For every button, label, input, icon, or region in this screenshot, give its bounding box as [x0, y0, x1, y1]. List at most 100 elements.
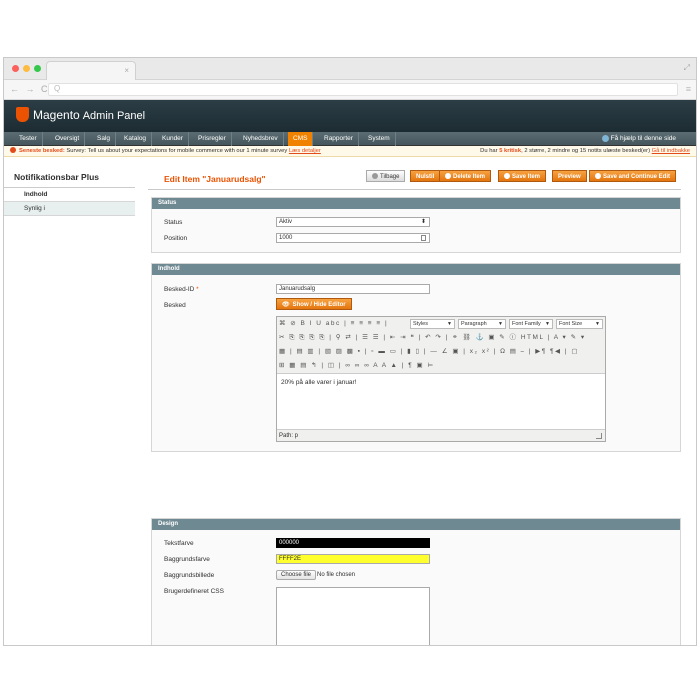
nav-item-kunder[interactable]: Kunder — [157, 132, 189, 146]
nav-item-system[interactable]: System — [363, 132, 396, 146]
choose-file-button[interactable]: Choose file — [276, 570, 317, 580]
help-link-label: Få hjælp til denne side — [610, 135, 676, 142]
no-file-text: No file chosen — [317, 572, 356, 578]
position-label: Position — [164, 235, 188, 242]
message-id-label: Besked-ID * — [164, 286, 199, 293]
sidebar-title: Notifikationsbar Plus — [4, 170, 135, 188]
editor-path-text: Path: p — [279, 433, 299, 439]
preview-button[interactable]: Preview — [552, 170, 587, 182]
back-forward-reload-icon[interactable]: ← → C — [10, 84, 50, 94]
browser-window: × ⤢ ← → C Q ≡ Magento Admin Panel Tester … — [3, 57, 697, 646]
toolbar-row-4[interactable]: ⊞ ▦ ▤ ↰ | ◫ | ∞ ∞ ∞ A A ▲ | ¶ ▣ ⊨ — [279, 360, 435, 372]
nav-item-salg[interactable]: Salg — [92, 132, 117, 146]
text-color-input[interactable]: 000000 — [276, 538, 430, 548]
dropdown-arrow-icon: ▼ — [447, 321, 452, 327]
content-section-heading: Indhold — [152, 264, 680, 275]
status-value: Aktiv — [279, 219, 293, 225]
notice-label: Seneste besked: — [19, 148, 65, 154]
paragraph-select[interactable]: Paragraph ▼ — [458, 319, 506, 329]
dropdown-arrow-icon: ▼ — [498, 321, 503, 327]
inbox-link[interactable]: Gå til indbakke — [652, 148, 690, 154]
toolbar-row-1[interactable]: ⌘ ⊘ B I U abc | ≡ ≡ ≡ ≡ | — [279, 318, 388, 330]
nav-item-katalog[interactable]: Katalog — [119, 132, 153, 146]
nav-item-oversigt[interactable]: Oversigt — [50, 132, 86, 146]
message-id-label-text: Besked-ID — [164, 286, 195, 293]
message-label: Besked — [164, 302, 186, 309]
position-input[interactable]: 1000 — [276, 233, 430, 243]
custom-css-label: Brugerdefineret CSS — [164, 588, 224, 595]
maximize-window-icon[interactable] — [34, 65, 41, 72]
toolbar-row-2[interactable]: ✂ ⎘ ⎘ ⎘ ⎘ | ⚲ ⇄ | ☰ ☰ | ⇤ ⇥ ❝ | ↶ ↷ | ⚭ … — [279, 332, 586, 344]
required-mark: * — [196, 286, 199, 293]
toggle-editor-label: Show / Hide Editor — [292, 302, 346, 308]
font-family-select[interactable]: Font Family ▼ — [509, 319, 553, 329]
nav-item-tester[interactable]: Tester — [14, 132, 43, 146]
notice-details-link[interactable]: Læs detaljer — [289, 148, 321, 154]
position-value: 1000 — [279, 235, 293, 241]
wysiwyg-editor: ⌘ ⊘ B I U abc | ≡ ≡ ≡ ≡ | Styles ▼ Paragr… — [276, 316, 606, 442]
magento-logo-icon — [16, 107, 29, 123]
resize-handle-icon[interactable] — [596, 433, 602, 439]
eye-icon: 👁 — [282, 302, 290, 308]
styles-select[interactable]: Styles ▼ — [410, 319, 455, 329]
toggle-editor-button[interactable]: 👁 Show / Hide Editor — [276, 298, 352, 310]
bg-color-input[interactable]: FFFF2E — [276, 554, 430, 564]
font-family-select-label: Font Family — [512, 321, 541, 327]
status-select[interactable]: Aktiv ⬍ — [276, 217, 430, 227]
minimize-window-icon[interactable] — [23, 65, 30, 72]
page-title: Edit Item "Januarudsalg" — [164, 174, 266, 184]
styles-select-label: Styles — [413, 321, 428, 327]
notice-message: Survey: Tell us about your expectations … — [66, 148, 288, 154]
fullscreen-icon[interactable]: ⤢ — [684, 63, 690, 73]
nav-item-nyhedsbrev[interactable]: Nyhedsbrev — [238, 132, 284, 146]
save-icon — [504, 173, 510, 179]
status-section: Status Status Aktiv ⬍ Position 1000 — [151, 197, 681, 253]
back-icon — [372, 173, 378, 179]
nav-item-prisregler[interactable]: Prisregler — [193, 132, 232, 146]
design-section: Design Tekstfarve 000000 Baggrundsfarve … — [151, 518, 681, 645]
notice-summary: Du har 5 kritisk, 2 større, 2 mindre og … — [480, 146, 690, 157]
message-id-input[interactable]: Januarudsalg — [276, 284, 430, 294]
back-button-label: Tilbage — [380, 174, 400, 180]
reset-button[interactable]: Nulstil — [410, 170, 441, 182]
toolbar-row-3[interactable]: ▦ | ▤ ▥ | ▧ ▨ ▩ ▪ | ▫ ▬ ▭ | ▮ ▯ | — ∠ ▣ … — [279, 346, 579, 358]
tab-close-icon[interactable]: × — [124, 66, 129, 75]
editor-path: Path: p — [277, 429, 605, 441]
dropdown-arrow-icon: ▼ — [595, 321, 600, 327]
sidebar-item-synlig-i[interactable]: Synlig i — [4, 202, 135, 216]
address-bar[interactable]: Q — [48, 83, 678, 96]
brand-suffix: Admin Panel — [82, 110, 146, 122]
save-button[interactable]: Save Item — [498, 170, 547, 182]
bg-color-label: Baggrundsfarve — [164, 556, 210, 563]
stepper-icon[interactable] — [421, 235, 426, 241]
nav-item-rapporter[interactable]: Rapporter — [319, 132, 359, 146]
custom-css-textarea[interactable] — [276, 587, 430, 645]
browser-menu-icon[interactable]: ≡ — [686, 84, 691, 94]
magento-logo[interactable]: Magento Admin Panel — [16, 107, 146, 123]
select-arrow-icon: ⬍ — [420, 219, 426, 225]
sidebar: Notifikationsbar Plus Indhold Synlig i — [4, 170, 135, 216]
save-continue-button[interactable]: Save and Continue Edit — [589, 170, 677, 182]
notice-summary-rest: , 2 større, 2 mindre og 15 notits ulæste… — [521, 148, 651, 154]
status-section-heading: Status — [152, 198, 680, 209]
back-button[interactable]: Tilbage — [366, 170, 406, 182]
browser-titlebar: × ⤢ — [4, 58, 696, 80]
status-label: Status — [164, 219, 183, 226]
main-nav: Tester Oversigt Salg Katalog Kunder Pris… — [4, 132, 696, 146]
editor-toolbar: ⌘ ⊘ B I U abc | ≡ ≡ ≡ ≡ | Styles ▼ Paragr… — [277, 317, 605, 374]
help-link[interactable]: Få hjælp til denne side — [601, 132, 676, 146]
font-size-select[interactable]: Font Size ▼ — [556, 319, 603, 329]
system-notice: Seneste besked: Survey: Tell us about yo… — [4, 146, 696, 157]
nav-item-cms[interactable]: CMS — [288, 132, 314, 146]
browser-tab[interactable]: × — [46, 61, 136, 80]
sidebar-item-indhold[interactable]: Indhold — [4, 188, 135, 202]
bg-image-label: Baggrundsbillede — [164, 572, 215, 579]
editor-content[interactable]: 20% på alle varer i januar! — [277, 374, 605, 429]
help-icon — [601, 134, 609, 142]
design-section-heading: Design — [152, 519, 680, 530]
delete-button[interactable]: Delete Item — [439, 170, 492, 182]
critical-count: 5 kritisk — [499, 148, 522, 154]
save-continue-icon — [595, 173, 601, 179]
close-window-icon[interactable] — [12, 65, 19, 72]
brand-name: Magento — [33, 108, 80, 122]
